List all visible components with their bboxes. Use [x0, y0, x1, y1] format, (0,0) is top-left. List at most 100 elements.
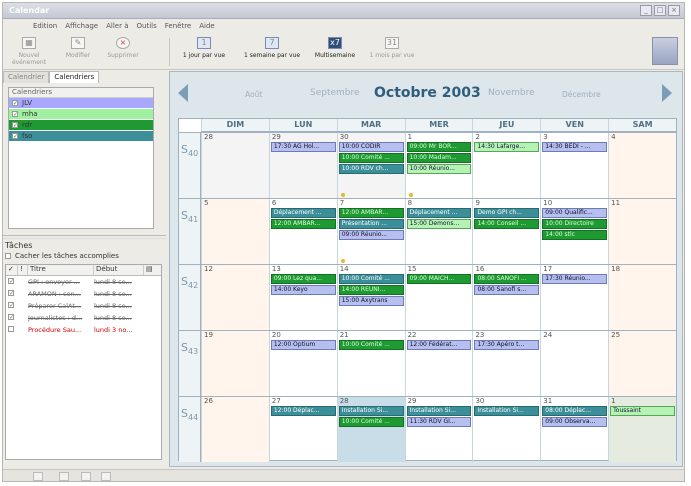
next-month-icon[interactable] — [662, 84, 672, 102]
event-item[interactable]: 10:00 Comité ... — [338, 340, 404, 350]
calendar-item-jlv[interactable]: ✓ JLV — [9, 98, 153, 109]
minimize-icon[interactable]: _ — [640, 5, 652, 16]
tab-calendrier[interactable]: Calendrier — [3, 71, 50, 83]
checkbox-icon[interactable]: ✓ — [8, 278, 14, 284]
event-item[interactable]: 10:00 Comité ... — [338, 153, 404, 163]
day-cell[interactable]: 28 — [201, 133, 269, 198]
day-cell[interactable]: 15 09:00 MAICH... — [404, 265, 473, 330]
day-cell[interactable]: 3 14:30 BEDI - ... — [540, 133, 608, 198]
new-event-button[interactable]: ▦ Nouvel événement — [7, 37, 51, 66]
event-item[interactable]: Installation Si... — [474, 406, 540, 416]
col-priority[interactable]: ! — [18, 265, 28, 275]
checkbox-icon[interactable]: ✓ — [12, 122, 18, 129]
event-item[interactable]: Demo GPI ch... — [474, 208, 540, 218]
hide-completed-toggle[interactable]: Cacher les tâches accomplies — [5, 252, 162, 260]
week-number[interactable]: S43 — [179, 331, 201, 396]
day-cell[interactable]: 13 09:00 Lez qua... 14:00 Keyo — [268, 265, 337, 330]
task-row[interactable]: ✓ Préparer CalAt... lundi 8 se... — [6, 300, 161, 312]
day-cell[interactable]: 23 17:30 Apéro t... — [472, 331, 540, 396]
event-item[interactable]: 15:00 Demons... — [406, 219, 472, 229]
day-cell[interactable]: 2 14:30 Lafarge... — [472, 133, 540, 198]
status-icon[interactable] — [81, 472, 91, 481]
menu-edition[interactable]: Edition — [29, 20, 61, 33]
day-cell[interactable]: 29 17:30 AG Hol... — [268, 133, 337, 198]
calendar-item-mha[interactable]: ✓ mha — [9, 109, 153, 120]
task-checkbox[interactable]: ✓ — [6, 302, 18, 310]
month-next1[interactable]: Novembre — [488, 88, 535, 98]
event-item[interactable]: 08:00 Sanofi s... — [474, 285, 540, 295]
day-cell[interactable]: 8 Déplacement ... 15:00 Demons... — [404, 199, 473, 264]
event-item[interactable]: 10:00 RDV ch... — [338, 164, 404, 174]
event-item[interactable]: 10:00 Madam... — [406, 153, 472, 163]
modify-button[interactable]: ✎ Modifier — [61, 37, 95, 59]
day-cell[interactable]: 10 09:00 Qualific... 10:00 Directoire 14:00… — [540, 199, 608, 264]
day-cell[interactable]: 19 — [201, 331, 269, 396]
event-item[interactable]: 09:00 Observa... — [542, 417, 608, 427]
month-prev1[interactable]: Septembre — [310, 88, 360, 98]
day-cell[interactable]: 7 12:00 AMBAR... Présentation ... 09:00 Réu… — [336, 199, 405, 264]
menu-aide[interactable]: Aide — [195, 20, 218, 33]
event-item[interactable]: 12:00 Optium — [270, 340, 336, 350]
day-cell[interactable]: 9 Demo GPI ch... 14:00 Conseil ... — [472, 199, 540, 264]
event-item[interactable]: 17:30 AG Hol... — [270, 142, 336, 152]
checkbox-icon[interactable] — [5, 253, 11, 259]
calendar-item-rdr[interactable]: ✓ rdr — [9, 120, 153, 131]
task-checkbox[interactable]: ✓ — [6, 290, 18, 298]
month-view-button[interactable]: 31 1 mois par vue — [365, 37, 419, 59]
checkbox-icon[interactable]: ✓ — [12, 100, 18, 107]
day-cell[interactable]: 24 — [540, 331, 608, 396]
day-view-button[interactable]: 1 1 jour par vue — [175, 37, 233, 59]
status-icon[interactable] — [59, 472, 69, 481]
day-cell[interactable]: 30 10:00 CODIR 10:00 Comité ... 10:00 RDV c… — [336, 133, 405, 198]
checkbox-icon[interactable]: ✓ — [8, 314, 14, 320]
event-item[interactable]: 12:00 Fédérat... — [406, 340, 472, 350]
event-item[interactable]: 10:00 Comité ... — [338, 274, 404, 284]
col-title[interactable]: Titre — [28, 265, 94, 275]
event-item[interactable]: 10:00 Comité ... — [338, 417, 404, 427]
week-view-button[interactable]: 7 1 semaine par vue — [239, 37, 305, 59]
day-cell[interactable]: 18 — [608, 265, 677, 330]
event-item[interactable]: 08:00 SANOFI ... — [474, 274, 540, 284]
week-number[interactable]: S40 — [179, 133, 201, 198]
event-item[interactable]: 17:30 Apéro t... — [474, 340, 540, 350]
event-item[interactable]: 09:00 MAICH... — [406, 274, 472, 284]
day-cell[interactable]: 28 Installation Si... 10:00 Comité ... — [336, 397, 405, 462]
event-item[interactable]: Toussaint — [610, 406, 676, 416]
menu-aller[interactable]: Aller à — [102, 20, 132, 33]
event-item[interactable]: 09:00 Lez qua... — [270, 274, 336, 284]
column-picker-icon[interactable]: ▤ — [144, 265, 156, 275]
multiweek-button[interactable]: x7 Multisemaine — [311, 37, 359, 59]
col-done[interactable]: ✓ — [6, 265, 18, 275]
day-cell[interactable]: 16 08:00 SANOFI ... 08:00 Sanofi s... — [472, 265, 540, 330]
menu-affichage[interactable]: Affichage — [61, 20, 102, 33]
week-number[interactable]: S42 — [179, 265, 201, 330]
day-cell[interactable]: 12 — [201, 265, 269, 330]
event-item[interactable]: Déplacement ... — [270, 208, 336, 218]
delete-button[interactable]: × Supprimer — [103, 37, 143, 59]
event-item[interactable]: 12:00 AMBAR... — [338, 208, 404, 218]
day-cell[interactable]: 25 — [608, 331, 677, 396]
event-item[interactable]: Présentation ... — [338, 219, 404, 229]
event-item[interactable]: 09:00 Réunio... — [338, 230, 404, 240]
checkbox-icon[interactable]: ✓ — [12, 133, 18, 140]
day-cell[interactable]: 20 12:00 Optium — [268, 331, 337, 396]
event-item[interactable]: Installation Si... — [338, 406, 404, 416]
event-item[interactable]: 09:00 Mr BOR... — [406, 142, 472, 152]
checkbox-icon[interactable]: ✓ — [8, 302, 14, 308]
checkbox-icon[interactable]: ✓ — [8, 290, 14, 296]
day-cell[interactable]: 21 10:00 Comité ... — [336, 331, 405, 396]
task-checkbox[interactable]: ✓ — [6, 278, 18, 286]
event-item[interactable]: 14:00 RÉUNI... — [338, 285, 404, 295]
day-cell[interactable]: 29 Installation Si... 11:30 RDV GI... — [404, 397, 473, 462]
day-cell[interactable]: 27 12:00 Déplac... — [268, 397, 337, 462]
task-row[interactable]: ✓ Journalistes : d... lundi 8 se... — [6, 312, 161, 324]
event-item[interactable]: 10:00 Directoire — [542, 219, 608, 229]
day-cell[interactable]: 30 Installation Si... — [472, 397, 540, 462]
event-item[interactable]: 14:30 BEDI - ... — [542, 142, 608, 152]
week-number[interactable]: S41 — [179, 199, 201, 264]
previous-month-icon[interactable] — [178, 84, 188, 102]
day-cell[interactable]: 5 — [201, 199, 269, 264]
calendar-item-fso[interactable]: ✓ fso — [9, 131, 153, 142]
month-next2[interactable]: Décembre — [562, 90, 601, 99]
month-prev2[interactable]: Août — [245, 90, 262, 99]
